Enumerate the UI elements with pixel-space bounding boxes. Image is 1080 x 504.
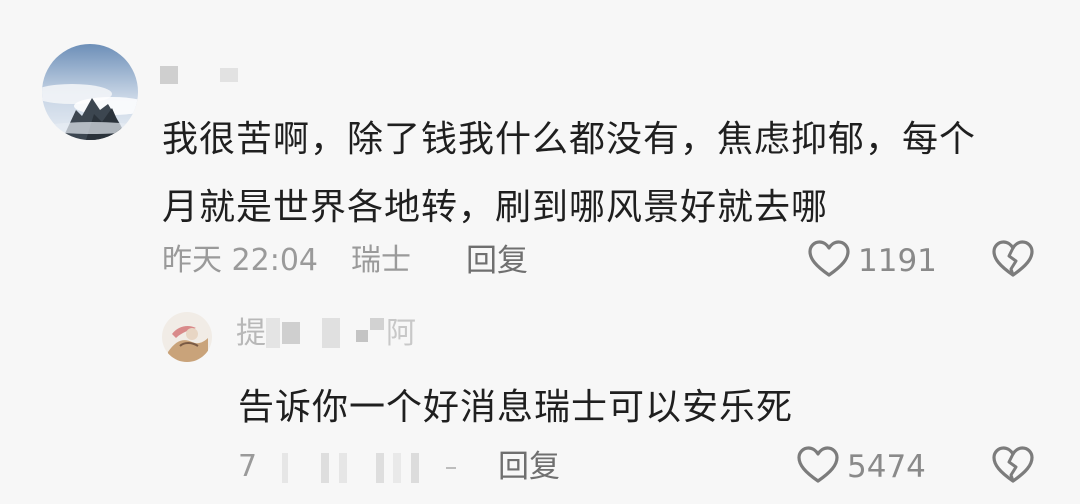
comment-text: 我很苦啊，除了钱我什么都没有，焦虑抑郁，每个 月就是世界各地转，刷到哪风景好就去… xyxy=(162,106,1042,242)
comment-text-line-1: 我很苦啊，除了钱我什么都没有，焦虑抑郁，每个 xyxy=(162,119,977,160)
dislike-button[interactable] xyxy=(990,442,1036,488)
like-count: 1191 xyxy=(858,243,937,279)
mountain-landscape-icon xyxy=(42,44,138,140)
like-button[interactable] xyxy=(806,236,852,282)
reply-timestamp-redacted: 7 xyxy=(238,447,457,487)
comment-timestamp: 昨天 22:04 xyxy=(162,243,318,278)
avatar[interactable] xyxy=(42,44,138,140)
broken-heart-icon xyxy=(992,446,1034,483)
heart-outline-icon xyxy=(808,240,850,277)
reply-username-start: 提 xyxy=(236,316,266,351)
reply-button[interactable]: 回复 xyxy=(498,447,560,487)
comment-location: 瑞士 xyxy=(351,243,411,278)
reply-timestamp: 7 xyxy=(238,449,258,484)
broken-heart-icon xyxy=(992,240,1034,277)
like-count: 5474 xyxy=(847,449,926,485)
reply-button[interactable]: 回复 xyxy=(466,241,528,281)
reply-username-end: 阿 xyxy=(386,316,416,351)
heart-outline-icon xyxy=(797,446,839,483)
illustrated-avatar-icon xyxy=(162,312,212,362)
dislike-button[interactable] xyxy=(990,236,1036,282)
reply-text: 告诉你一个好消息瑞士可以安乐死 xyxy=(238,387,794,428)
reply-avatar[interactable] xyxy=(162,312,212,362)
comment-text-line-2: 月就是世界各地转，刷到哪风景好就去哪 xyxy=(162,187,829,228)
like-button[interactable] xyxy=(795,442,841,488)
